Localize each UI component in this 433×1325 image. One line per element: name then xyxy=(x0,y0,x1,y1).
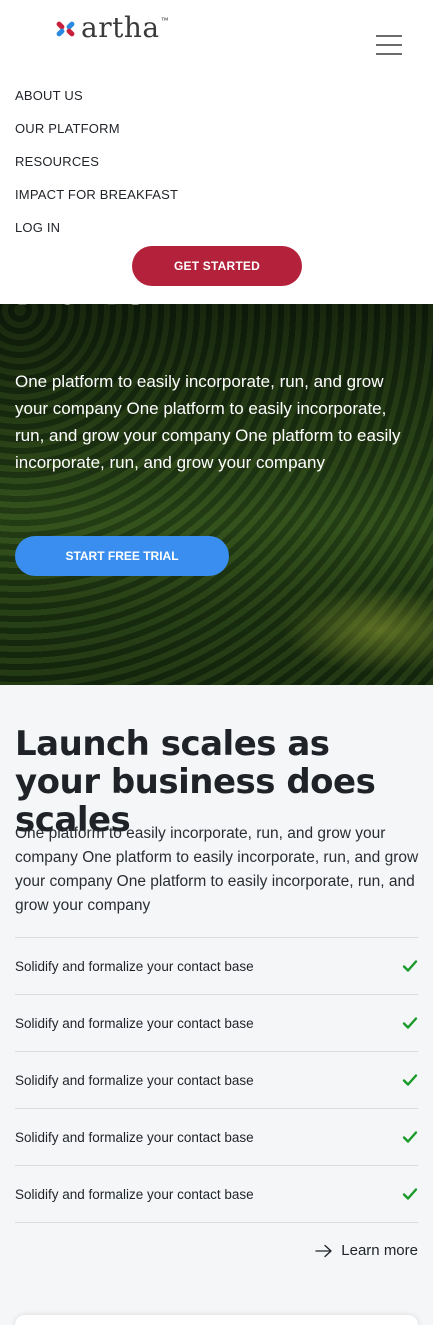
feature-item: Solidify and formalize your contact base xyxy=(15,938,418,995)
check-icon xyxy=(402,1074,418,1086)
learn-more-label: Learn more xyxy=(341,1242,418,1259)
nav-item-impact-for-breakfast[interactable]: IMPACT FOR BREAKFAST xyxy=(15,186,178,219)
start-free-trial-button[interactable]: START FREE TRIAL xyxy=(15,536,229,576)
nav-item-about-us[interactable]: ABOUT US xyxy=(15,87,178,120)
check-icon xyxy=(402,1017,418,1029)
check-icon xyxy=(402,1188,418,1200)
section-description: One platform to easily incorporate, run,… xyxy=(15,825,419,914)
hero-description: One platform to easily incorporate, run,… xyxy=(15,372,401,472)
logo-trademark: ™ xyxy=(160,16,169,25)
get-started-button[interactable]: GET STARTED xyxy=(132,246,302,286)
nav-item-our-platform[interactable]: OUR PLATFORM xyxy=(15,120,178,153)
feature-item: Solidify and formalize your contact base xyxy=(15,1166,418,1223)
logo-mark-icon xyxy=(55,17,77,39)
check-icon xyxy=(402,960,418,972)
site-header: artha ™ ABOUT US OUR PLATFORM RESOURCES … xyxy=(0,0,433,304)
logo-text: artha xyxy=(81,11,160,44)
nav-item-resources[interactable]: RESOURCES xyxy=(15,153,178,186)
hamburger-menu-icon[interactable] xyxy=(372,32,406,58)
feature-label: Solidify and formalize your contact base xyxy=(15,1129,254,1145)
feature-label: Solidify and formalize your contact base xyxy=(15,1072,254,1088)
feature-label: Solidify and formalize your contact base xyxy=(15,1015,254,1031)
feature-list: Solidify and formalize your contact base… xyxy=(15,937,418,1223)
feature-label: Solidify and formalize your contact base xyxy=(15,1186,254,1202)
next-card xyxy=(15,1315,418,1325)
learn-more-link[interactable]: Learn more xyxy=(315,1242,418,1259)
feature-item: Solidify and formalize your contact base xyxy=(15,1052,418,1109)
hero-section: Platform One platform to easily incorpor… xyxy=(0,290,433,685)
arrow-right-icon xyxy=(315,1244,332,1257)
check-icon xyxy=(402,1131,418,1143)
feature-item: Solidify and formalize your contact base xyxy=(15,1109,418,1166)
feature-label: Solidify and formalize your contact base xyxy=(15,958,254,974)
artha-logo[interactable]: artha ™ xyxy=(55,14,169,42)
feature-item: Solidify and formalize your contact base xyxy=(15,995,418,1052)
features-section: Launch scales as your business does scal… xyxy=(0,685,433,1325)
main-nav: ABOUT US OUR PLATFORM RESOURCES IMPACT F… xyxy=(15,87,178,252)
